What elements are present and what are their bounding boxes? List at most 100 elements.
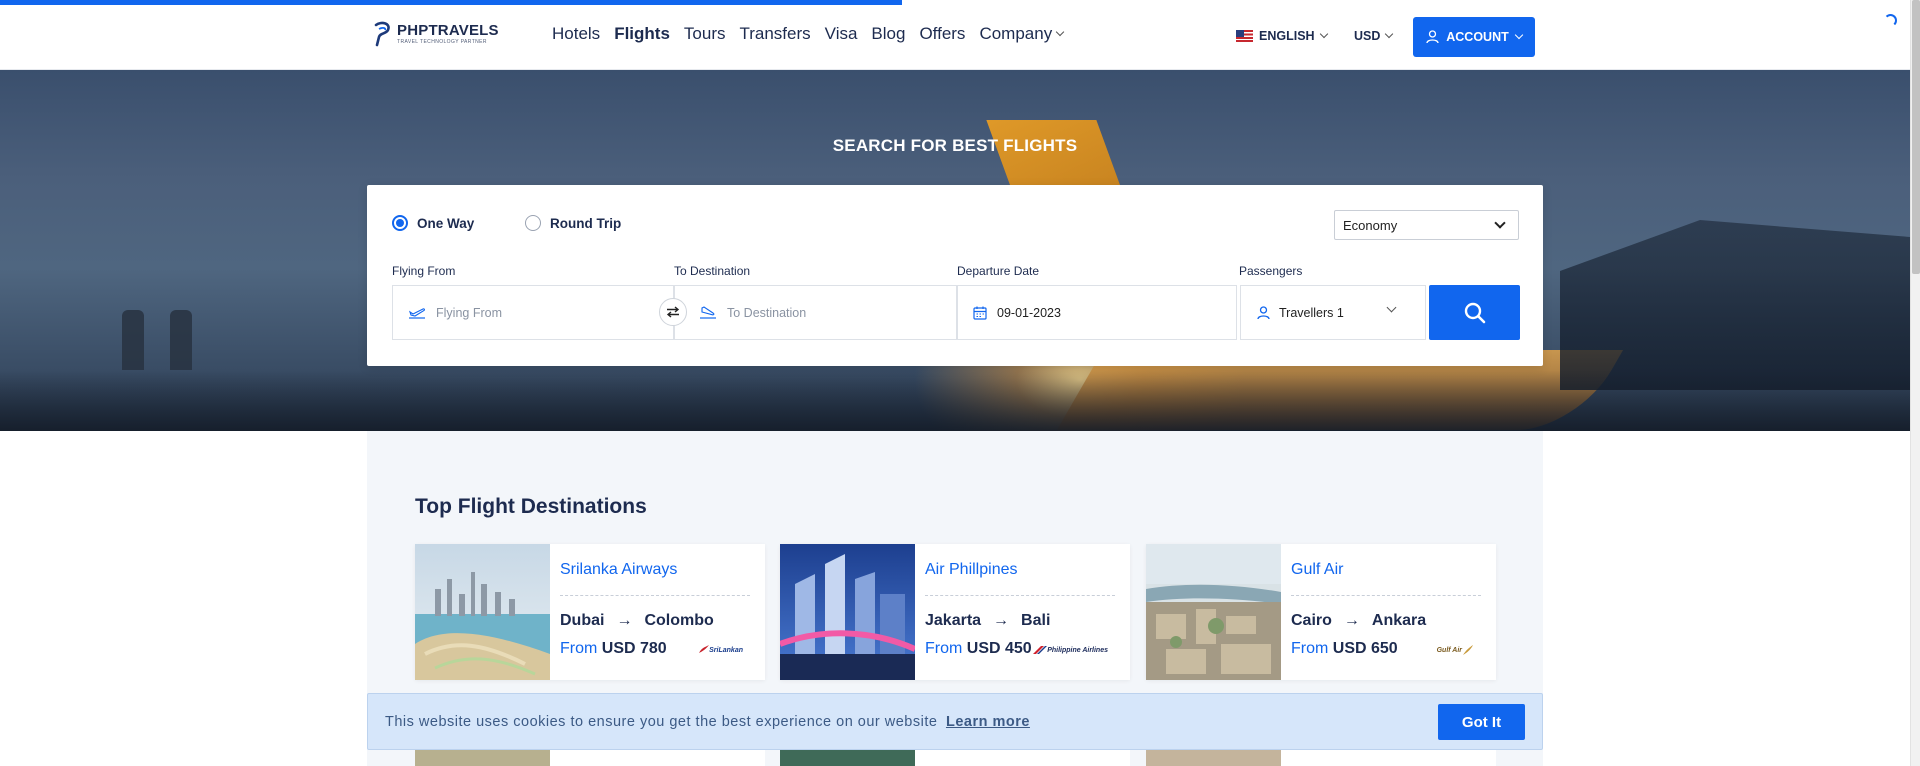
nav-item-visa[interactable]: Visa xyxy=(825,24,858,44)
airline-logo-text: Philippine Airlines xyxy=(1047,646,1108,654)
airline-name[interactable]: Srilanka Airways xyxy=(560,561,677,579)
falcon-icon xyxy=(1463,645,1473,655)
destination-card[interactable]: Air Phillpines Jakarta → Bali From USD 4… xyxy=(780,544,1130,680)
user-icon xyxy=(1257,305,1270,319)
section-title: Top Flight Destinations xyxy=(415,495,647,518)
nav-item-label: Transfers xyxy=(739,24,811,43)
destination-city: Ankara xyxy=(1371,612,1427,629)
card-divider xyxy=(560,595,750,596)
card-divider xyxy=(925,595,1115,596)
chevron-down-icon xyxy=(1386,302,1397,313)
currency-selector[interactable]: USD xyxy=(1354,29,1394,43)
nav-item-blog[interactable]: Blog xyxy=(871,24,905,44)
trip-type-round-trip[interactable]: Round Trip xyxy=(525,215,621,231)
airline-stripes-icon xyxy=(1033,646,1048,654)
airline-logo-text: Gulf Air xyxy=(1436,646,1462,654)
airline-logo: Gulf Air xyxy=(1437,642,1474,658)
to-destination-label: To Destination xyxy=(674,264,751,278)
destination-image-cairo xyxy=(1146,544,1281,680)
nav-item-offers[interactable]: Offers xyxy=(919,24,965,44)
nav-item-label: Tours xyxy=(683,24,726,43)
account-button[interactable]: ACCOUNT xyxy=(1413,17,1535,57)
scrollbar-thumb[interactable] xyxy=(1912,0,1920,274)
airline-logo: SriLankan xyxy=(699,642,743,658)
nav-item-label: Company xyxy=(979,24,1053,43)
brand-name: PHPTRAVELS xyxy=(397,21,499,39)
main-nav: Hotels Flights Tours Transfers Visa Blog… xyxy=(552,24,1077,44)
search-flights-button[interactable] xyxy=(1429,285,1520,340)
origin-city: Jakarta xyxy=(925,612,982,629)
destination-card[interactable]: Gulf Air Cairo → Ankara From USD 650 Gul… xyxy=(1146,544,1496,680)
language-label: ENGLISH xyxy=(1259,29,1315,43)
nav-item-hotels[interactable]: Hotels xyxy=(552,24,600,44)
brand-tagline: TRAVEL TECHNOLOGY PARTNER xyxy=(397,38,487,45)
nav-item-label: Visa xyxy=(824,24,858,43)
airline-name[interactable]: Gulf Air xyxy=(1291,561,1343,579)
learn-more-link[interactable]: Learn more xyxy=(946,714,1030,730)
airline-name[interactable]: Air Phillpines xyxy=(925,561,1017,579)
trip-type-one-way[interactable]: One Way xyxy=(392,215,474,231)
chevron-down-icon xyxy=(1055,27,1065,37)
origin-city: Dubai xyxy=(560,612,605,629)
hero-ground-shade xyxy=(0,370,1910,431)
to-destination-placeholder: To Destination xyxy=(727,305,807,320)
hero-cooling-tower xyxy=(170,310,192,370)
destination-city: Bali xyxy=(1021,612,1051,629)
plane-arrival-icon xyxy=(700,305,716,319)
departure-date-label: Departure Date xyxy=(957,264,1040,278)
airline-bird-icon xyxy=(699,645,710,653)
passengers-value: Travellers 1 xyxy=(1279,305,1344,320)
swap-arrows-icon xyxy=(666,306,680,318)
nav-item-tours[interactable]: Tours xyxy=(684,24,726,44)
price-prefix: From xyxy=(560,640,598,657)
accept-cookies-button[interactable]: Got It xyxy=(1438,704,1525,740)
destination-image-dubai xyxy=(415,544,550,680)
nav-item-label: Blog xyxy=(871,24,906,43)
swap-locations-button[interactable] xyxy=(659,298,687,326)
arrow-right-icon: → xyxy=(1343,612,1360,629)
hero-title: SEARCH FOR BEST FLIGHTS xyxy=(832,136,1078,155)
plane-departure-icon xyxy=(408,307,425,319)
cookie-message: This website uses cookies to ensure you … xyxy=(385,714,1030,730)
departure-date-input[interactable]: 09-01-2023 xyxy=(957,285,1237,340)
nav-item-label: Hotels xyxy=(552,24,601,43)
nav-item-flights[interactable]: Flights xyxy=(614,24,670,44)
to-destination-input[interactable]: To Destination xyxy=(674,285,957,340)
page-scrollbar[interactable] xyxy=(1910,0,1920,766)
airline-logo-text: SriLankan xyxy=(709,646,743,654)
radio-selected-icon[interactable] xyxy=(392,215,408,231)
nav-item-transfers[interactable]: Transfers xyxy=(739,24,810,44)
page-loading-progress-bar xyxy=(0,0,902,5)
radio-unselected-icon[interactable] xyxy=(525,215,541,231)
destination-city: Colombo xyxy=(644,612,714,629)
arrow-right-icon: → xyxy=(993,612,1010,629)
flying-from-input[interactable]: Flying From xyxy=(392,285,674,340)
language-selector[interactable]: ENGLISH xyxy=(1236,29,1328,43)
chevron-down-icon xyxy=(1514,30,1523,40)
loading-spinner-icon xyxy=(1884,14,1897,27)
price-amount: USD 650 xyxy=(1332,640,1398,657)
destination-card[interactable]: Srilanka Airways Dubai → Colombo From US… xyxy=(415,544,765,680)
price-prefix: From xyxy=(1291,640,1329,657)
flight-price: From USD 650 xyxy=(1291,640,1398,658)
cookie-message-text: This website uses cookies to ensure you … xyxy=(385,714,938,730)
flight-search-form: One Way Round Trip Economy Flying From T… xyxy=(367,185,1543,366)
price-amount: USD 450 xyxy=(966,640,1032,657)
chevron-down-icon xyxy=(1319,29,1328,39)
passengers-dropdown[interactable]: Travellers 1 xyxy=(1240,285,1426,340)
brand-logo-icon xyxy=(374,21,390,47)
card-divider xyxy=(1291,595,1481,596)
brand-logo[interactable]: PHPTRAVELS TRAVEL TECHNOLOGY PARTNER xyxy=(373,21,499,47)
passengers-label: Passengers xyxy=(1239,264,1303,278)
currency-label: USD xyxy=(1354,29,1381,43)
user-icon xyxy=(1426,30,1439,44)
airline-logo: Philippine Airlines xyxy=(1033,642,1108,658)
price-prefix: From xyxy=(925,640,963,657)
nav-item-company[interactable]: Company xyxy=(979,24,1065,44)
destination-image-jakarta xyxy=(780,544,915,680)
cabin-class-select[interactable]: Economy xyxy=(1334,210,1519,240)
flight-route: Dubai → Colombo xyxy=(560,612,714,630)
hero-cooling-tower xyxy=(122,310,144,370)
site-header: PHPTRAVELS TRAVEL TECHNOLOGY PARTNER Hot… xyxy=(0,0,1910,70)
chevron-down-icon xyxy=(1385,29,1394,39)
